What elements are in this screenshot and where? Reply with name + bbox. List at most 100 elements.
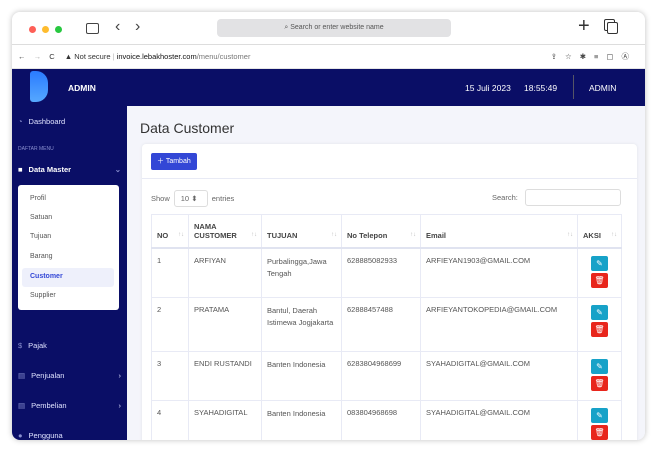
chevron-right-icon: › bbox=[118, 371, 122, 380]
table-cell: Banten Indonesia bbox=[261, 400, 342, 440]
add-button[interactable]: ＋ Tambah bbox=[151, 153, 197, 170]
sidebar-item-pembelian[interactable]: ▤ Pembelian › bbox=[18, 401, 121, 410]
forward-icon[interactable]: › bbox=[135, 18, 140, 36]
warning-icon: ▲ bbox=[64, 52, 73, 61]
table-cell: 3 bbox=[151, 351, 189, 401]
tabs-overview-icon[interactable] bbox=[607, 22, 618, 34]
table-cell: ENDI RUSTANDI bbox=[188, 351, 262, 401]
extension-icons[interactable]: ⇪☆✱≡▢Ⓐ bbox=[551, 45, 637, 69]
chevron-right-icon: › bbox=[118, 401, 122, 410]
search-label: Search: bbox=[492, 193, 518, 202]
brand-label: ADMIN bbox=[68, 83, 96, 93]
back-arrow-icon[interactable]: ← bbox=[18, 52, 26, 61]
submenu-profil[interactable]: Profil bbox=[30, 195, 46, 202]
sidebar-label: Pembelian bbox=[31, 401, 67, 410]
col-no[interactable]: NO ↑↓ bbox=[151, 214, 189, 249]
table-cell: 62888457488 bbox=[341, 297, 421, 352]
header-time: 18:55:49 bbox=[524, 83, 558, 93]
edit-icon: ✎ bbox=[596, 411, 603, 420]
security-label[interactable]: Not secure bbox=[74, 52, 110, 61]
delete-button[interactable]: 🗑 bbox=[591, 322, 608, 337]
url-path: /menu/customer bbox=[196, 52, 251, 61]
col-telepon[interactable]: No Telepon ↑↓ bbox=[341, 214, 421, 249]
app-header: ADMIN 15 Juli 2023 18:55:49 ADMIN bbox=[12, 69, 645, 106]
logo-icon bbox=[30, 71, 48, 102]
back-icon[interactable]: ‹ bbox=[115, 18, 120, 36]
address-placeholder: Search or enter website name bbox=[290, 24, 384, 31]
entries-label: entries bbox=[211, 194, 235, 203]
edit-button[interactable]: ✎ bbox=[591, 256, 608, 271]
show-label: Show bbox=[151, 194, 170, 203]
table-cell: Bantul, Daerah Istimewa Jogjakarta bbox=[261, 297, 342, 352]
browser-toolbar: ‹ › ⌕ Search or enter website name + bbox=[12, 12, 645, 45]
sidebar-label: Data Master bbox=[28, 165, 72, 174]
browser-window: ‹ › ⌕ Search or enter website name + ← →… bbox=[12, 12, 645, 440]
user-menu[interactable]: ADMIN bbox=[589, 83, 616, 93]
sidebar-label: Pajak bbox=[28, 341, 47, 350]
submenu-barang[interactable]: Barang bbox=[30, 253, 53, 260]
folder-icon: ■ bbox=[18, 165, 23, 174]
header-date: 15 Juli 2023 bbox=[465, 83, 511, 93]
table-cell: Purbalingga,Jawa Tengah bbox=[261, 247, 342, 298]
col-email[interactable]: Email ↑↓ bbox=[420, 214, 578, 249]
table-cell: ARFIEYAN1903@GMAIL.COM bbox=[420, 247, 578, 298]
table-cell: ARFIYAN bbox=[188, 247, 262, 298]
actions-cell: ✎ 🗑 bbox=[577, 297, 622, 352]
entries-select[interactable]: 10 ⬍ bbox=[173, 190, 208, 207]
submenu-customer[interactable]: Customer bbox=[30, 273, 63, 280]
trash-icon: 🗑 bbox=[594, 428, 605, 437]
delete-button[interactable]: 🗑 bbox=[591, 376, 608, 391]
submenu-satuan[interactable]: Satuan bbox=[30, 214, 52, 221]
sidebar-item-pajak[interactable]: $ Pajak bbox=[18, 341, 47, 350]
col-nama[interactable]: NAMA CUSTOMER ↑↓ bbox=[188, 214, 262, 249]
edit-button[interactable]: ✎ bbox=[591, 305, 608, 320]
table-cell: 1 bbox=[151, 247, 189, 298]
table-row: 2 PRATAMA Bantul, Daerah Istimewa Jogjakar… bbox=[151, 297, 622, 352]
sidebar-label: Dashboard bbox=[28, 117, 66, 126]
edit-button[interactable]: ✎ bbox=[591, 408, 608, 423]
col-tujuan[interactable]: TUJUAN ↑↓ bbox=[261, 214, 342, 249]
sidebar-item-data-master[interactable]: ■ Data Master ⌄ bbox=[18, 165, 121, 174]
main-content: Data Customer ＋ Tambah Show 10 ⬍ entries… bbox=[127, 106, 645, 440]
dashboard-icon: ◔ bbox=[18, 117, 23, 126]
col-aksi[interactable]: AKSI ↑↓ bbox=[577, 214, 622, 249]
table-cell: SYAHADIGITAL bbox=[188, 400, 262, 440]
book-icon: ▤ bbox=[18, 371, 26, 380]
customer-card: ＋ Tambah Show 10 ⬍ entries Search: NO ↑↓ … bbox=[142, 144, 637, 440]
search-input[interactable] bbox=[525, 189, 621, 206]
table-cell: 2 bbox=[151, 297, 189, 352]
table-row: 1 ARFIYAN Purbalingga,Jawa Tengah 628885082… bbox=[151, 247, 622, 298]
url-bar[interactable]: ← → C ▲ Not secure | invoice.lebakhoster… bbox=[12, 45, 645, 69]
sidebar-section-label: DAFTAR MENU bbox=[18, 146, 54, 152]
user-icon: ● bbox=[18, 431, 23, 440]
url-host: invoice.lebakhoster.com bbox=[116, 52, 197, 61]
close-window-button[interactable] bbox=[29, 26, 36, 33]
book-icon: ▤ bbox=[18, 401, 26, 410]
submenu-supplier[interactable]: Supplier bbox=[30, 292, 56, 299]
edit-button[interactable]: ✎ bbox=[591, 359, 608, 374]
sidebar-item-penjualan[interactable]: ▤ Penjualan › bbox=[18, 371, 121, 380]
sidebar-toggle-icon[interactable] bbox=[86, 23, 99, 34]
address-search-input[interactable]: ⌕ Search or enter website name bbox=[217, 19, 451, 37]
customer-table: NO ↑↓ NAMA CUSTOMER ↑↓ TUJUAN ↑↓ No Telepon… bbox=[151, 214, 622, 440]
forward-arrow-icon[interactable]: → bbox=[34, 52, 42, 61]
edit-icon: ✎ bbox=[596, 259, 603, 268]
chevron-down-icon: ⌄ bbox=[114, 165, 121, 174]
new-tab-icon[interactable]: + bbox=[578, 15, 590, 38]
table-cell: 4 bbox=[151, 400, 189, 440]
submenu-tujuan[interactable]: Tujuan bbox=[30, 233, 51, 240]
table-cell: ARFIEYANTOKOPEDIA@GMAIL.COM bbox=[420, 297, 578, 352]
delete-button[interactable]: 🗑 bbox=[591, 273, 608, 288]
sidebar-item-pengguna[interactable]: ● Pengguna bbox=[18, 431, 63, 440]
reload-icon[interactable]: C bbox=[49, 52, 54, 61]
table-cell: 083804968698 bbox=[341, 400, 421, 440]
actions-cell: ✎ 🗑 bbox=[577, 351, 622, 401]
sidebar-label: Penjualan bbox=[31, 371, 65, 380]
delete-button[interactable]: 🗑 bbox=[591, 425, 608, 440]
trash-icon: 🗑 bbox=[594, 379, 605, 388]
table-cell: SYAHADIGITAL@GMAIL.COM bbox=[420, 400, 578, 440]
actions-cell: ✎ 🗑 bbox=[577, 400, 622, 440]
sidebar-item-dashboard[interactable]: ◔ Dashboard bbox=[18, 117, 65, 126]
minimize-window-button[interactable] bbox=[42, 26, 49, 33]
maximize-window-button[interactable] bbox=[55, 26, 62, 33]
